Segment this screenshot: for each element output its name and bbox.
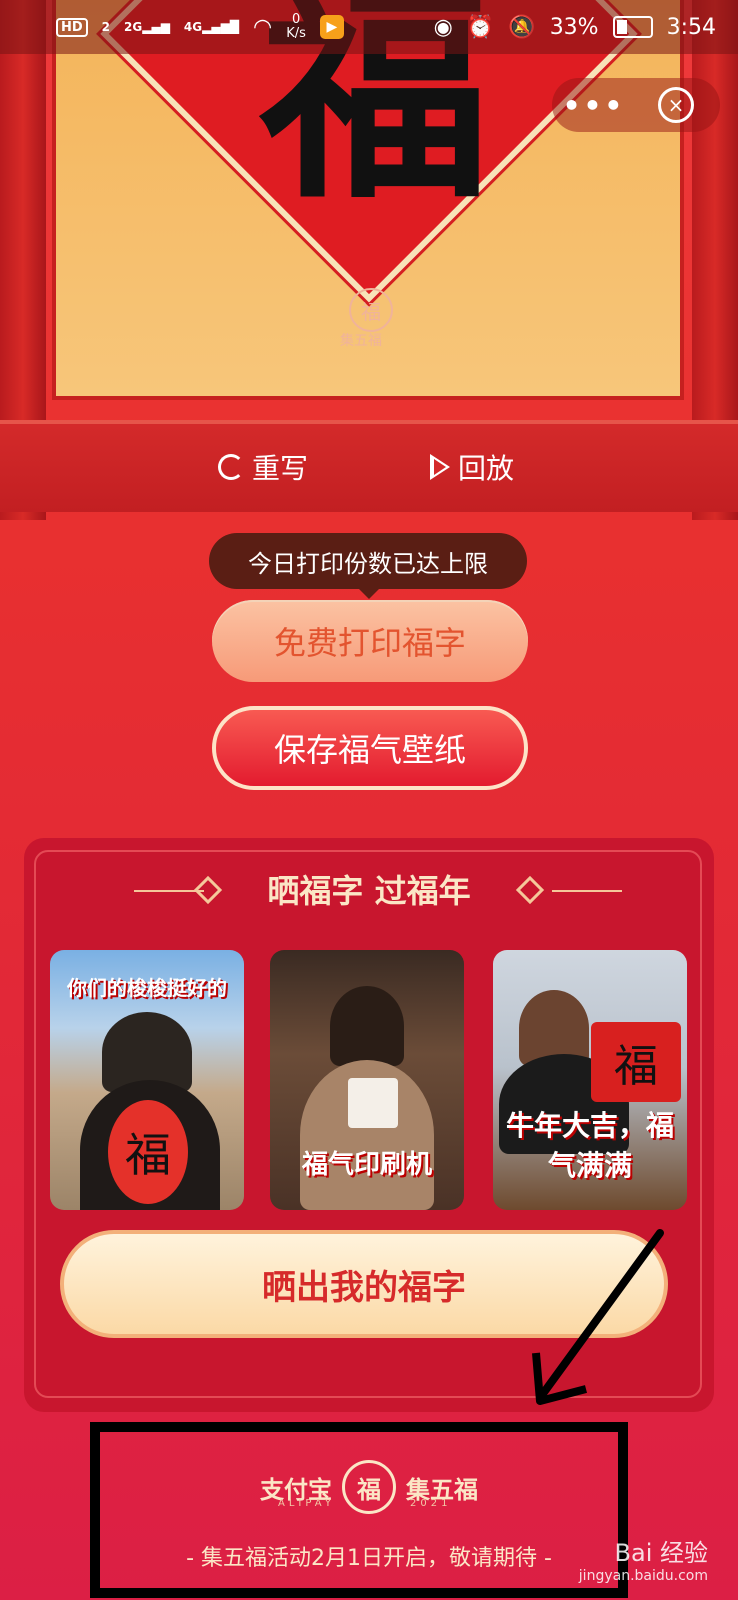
person-head (330, 986, 404, 1066)
thumbnail-caption: 福气印刷机 (301, 1150, 432, 1180)
fu-seal-icon: 福 (342, 1460, 396, 1514)
battery-percent: 33% (549, 14, 599, 40)
signal-4g-icon: 4G▂▄▆█ (183, 20, 240, 34)
brand-row: 支付宝 福 集五福 (0, 1460, 738, 1514)
fu-seal-icon: 福 (349, 288, 393, 332)
play-icon (430, 454, 450, 480)
card-title: 晒福字 过福年 (267, 872, 471, 910)
baidu-watermark: Bai 经验 jingyan.baidu.com (579, 1533, 708, 1584)
sim-index: 2 (101, 20, 111, 34)
network-speed: 0 K/s (286, 13, 306, 41)
speed-unit: K/s (286, 26, 306, 41)
net-2g-label: 2G (124, 20, 143, 34)
hd-icon: HD (56, 17, 88, 37)
print-limit-tooltip: 今日打印份数已达上限 (209, 533, 527, 599)
signal-2g-icon: 2G▂▄▆ (124, 20, 170, 34)
watermark-sub: jingyan.baidu.com (578, 1568, 708, 1584)
watermark-main: Bai 经验 (614, 1539, 708, 1567)
close-icon[interactable]: × (658, 87, 694, 123)
replay-label: 回放 (458, 452, 515, 485)
held-fu-paper: 福 (108, 1100, 188, 1204)
app-notification-icon: ▶ (319, 15, 344, 39)
miniapp-capsule: ••• × (552, 78, 720, 132)
held-fu-paper: 福 (591, 1022, 681, 1102)
ornament-line (552, 890, 622, 892)
seal-label: 集五福 (340, 333, 382, 349)
alarm-icon: ⏰ (466, 14, 495, 40)
thumbnail-caption: 你们的梭梭挺好的 (67, 976, 227, 1000)
clock: 3:54 (666, 14, 716, 40)
free-print-button[interactable]: 免费打印福字 (212, 600, 528, 682)
annotation-arrow (532, 1229, 664, 1405)
eye-icon: ◉ (433, 14, 453, 40)
alipay-sublabel: ALIPAY (278, 1498, 335, 1509)
battery-icon (612, 16, 653, 38)
video-thumbnail-1[interactable]: 你们的梭梭挺好的 福 (50, 950, 244, 1210)
wifi-icon: ◠ (253, 14, 273, 40)
video-thumbnail-2[interactable]: 福气印刷机 (270, 950, 464, 1210)
replay-button[interactable]: 回放 (430, 447, 514, 487)
speed-value: 0 (291, 12, 301, 27)
control-base (0, 420, 738, 512)
year-sublabel: 2021 (410, 1498, 452, 1509)
rewrite-button[interactable]: 重写 (218, 447, 308, 487)
status-bar: HD 2 2G▂▄▆ 4G▂▄▆█ ◠ 0 K/s ▶ ◉ ⏰ 🔕 33% 3:5… (0, 0, 738, 54)
save-wallpaper-button[interactable]: 保存福气壁纸 (212, 706, 528, 790)
refresh-icon (218, 454, 244, 480)
net-4g-label: 4G (183, 20, 203, 34)
rewrite-label: 重写 (252, 452, 309, 485)
held-paper (348, 1078, 398, 1128)
thumbnail-caption: 牛年大吉，福气满满 (505, 1109, 674, 1182)
video-thumbnail-3[interactable]: 福 牛年大吉，福气满满 (493, 950, 687, 1210)
more-icon[interactable]: ••• (552, 89, 636, 122)
mute-icon: 🔕 (508, 14, 536, 40)
